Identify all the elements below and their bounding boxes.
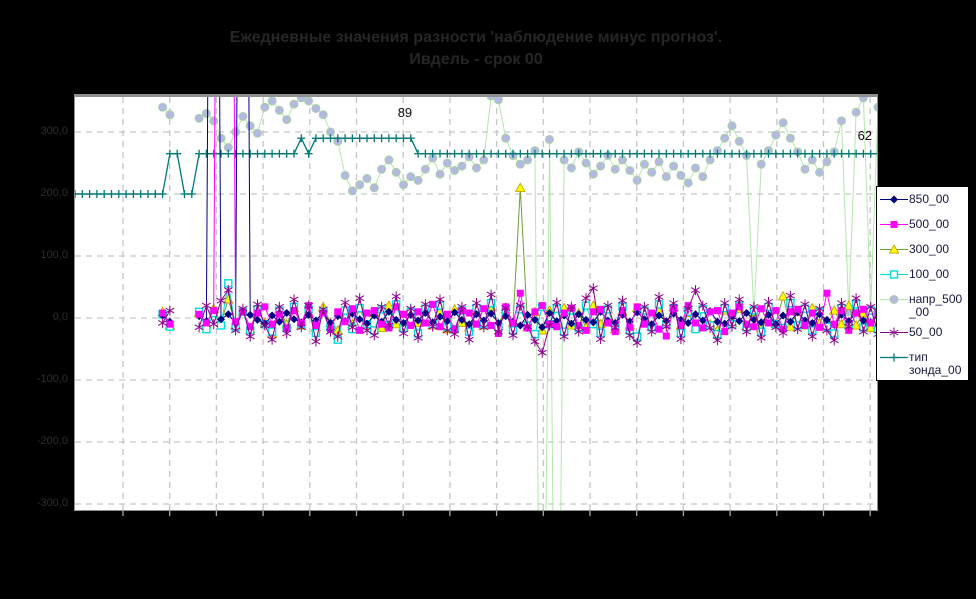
data-label-62: 62 xyxy=(857,128,873,144)
legend-item-напр_500_00: напр_500 _00 xyxy=(879,293,967,319)
open-square-marker-icon xyxy=(880,270,908,279)
chart-title-line2: Ивдель - срок 00 xyxy=(409,51,543,68)
data-label-89: 89 xyxy=(397,104,413,120)
chart-plot-svg xyxy=(75,97,877,510)
legend-item-500_00: 500_00 xyxy=(879,218,967,231)
legend-label: напр_500 _00 xyxy=(909,292,963,319)
plot-area: 89 62 xyxy=(74,94,878,511)
legend-label: 500_00 xyxy=(909,217,950,231)
legend-item-300_00: 300_00 xyxy=(879,243,967,256)
asterisk-marker-icon xyxy=(880,327,908,338)
legend-item-850_00: 850_00 xyxy=(879,193,967,206)
legend-label: 100_00 xyxy=(909,267,950,281)
legend-item-100_00: 100_00 xyxy=(879,268,967,281)
x-axis-ticks xyxy=(122,511,871,516)
y-axis-label: 0,0 xyxy=(52,311,68,323)
legend: 850_00 500_00 300_00 100_00 напр_500 _00 50_0… xyxy=(876,186,969,381)
diamond-marker-icon xyxy=(880,195,908,204)
y-axis-label: -300,0 xyxy=(36,497,68,509)
legend-label: 50_00 xyxy=(909,325,943,339)
plus-marker-icon xyxy=(880,353,908,362)
chart-title-line1: Ежедневные значения разности 'наблюдение… xyxy=(229,29,723,46)
legend-label: тип зонда_00 xyxy=(909,350,962,377)
y-axis-label: -200,0 xyxy=(36,435,68,447)
chart-canvas: Ежедневные значения разности 'наблюдение… xyxy=(0,0,976,599)
legend-label: 850_00 xyxy=(909,192,950,206)
y-axis-label: 100,0 xyxy=(40,249,68,261)
legend-item-тип зонда_00: тип зонда_00 xyxy=(879,351,967,377)
y-axis-label: 300,0 xyxy=(40,125,68,137)
square-marker-icon xyxy=(880,221,908,228)
legend-item-50_00: 50_00 xyxy=(879,326,967,339)
triangle-marker-icon xyxy=(880,244,908,254)
y-axis-label: -100,0 xyxy=(36,373,68,385)
y-axis-label: 200,0 xyxy=(40,187,68,199)
chart-title: Ежедневные значения разности 'наблюдение… xyxy=(75,27,877,71)
legend-label: 300_00 xyxy=(909,242,950,256)
circle-marker-icon xyxy=(880,295,908,304)
